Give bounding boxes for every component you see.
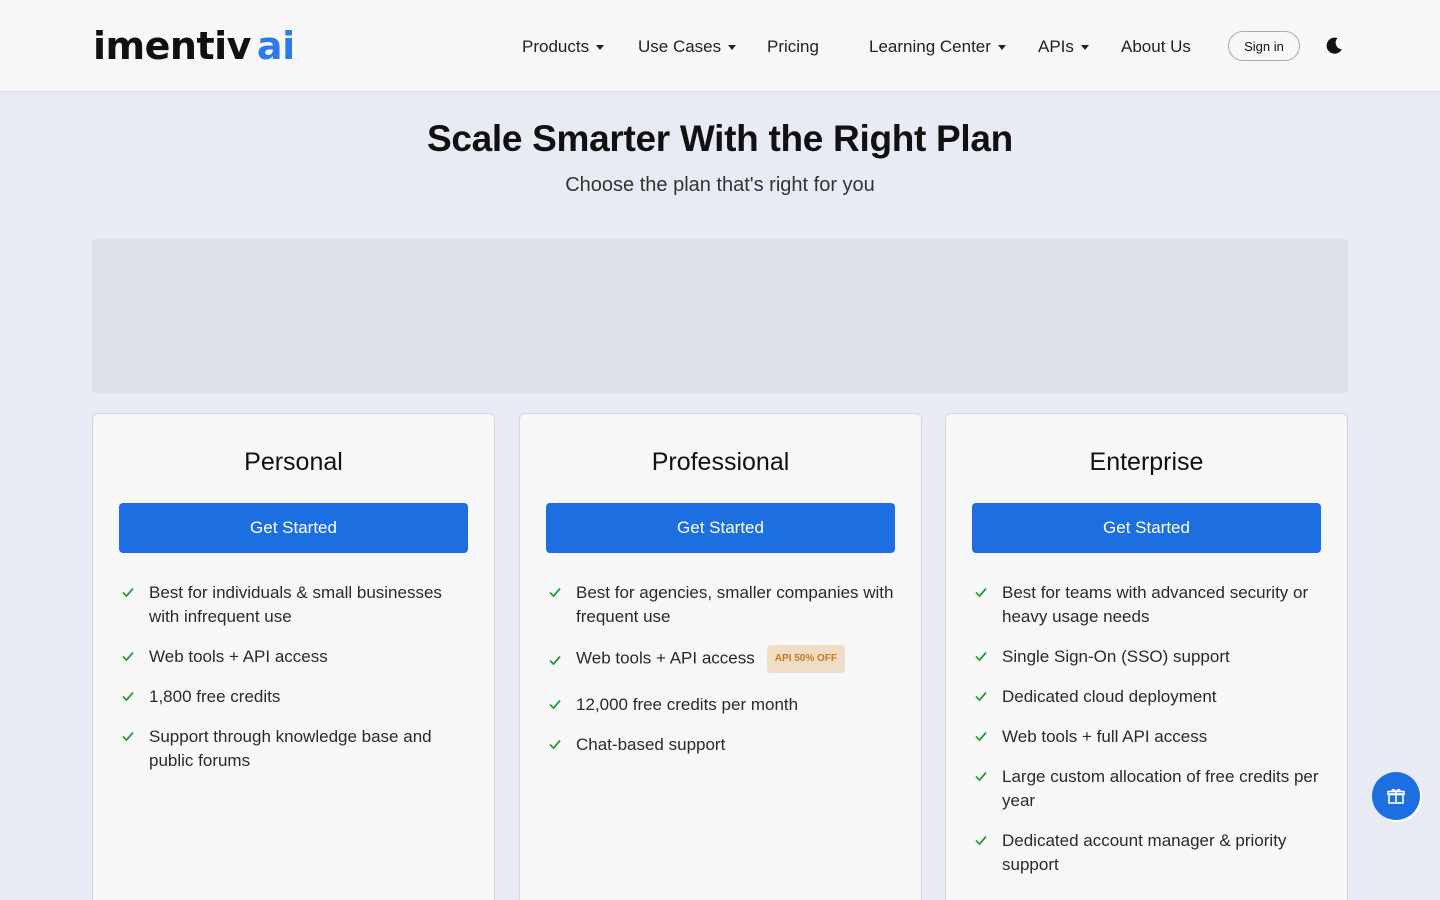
nav-products[interactable]: Products (522, 36, 605, 58)
logo[interactable]: imentiv ai (93, 26, 295, 66)
feature-item: Dedicated cloud deployment (972, 685, 1322, 709)
plan-card-personal: Personal Get Started Best for individual… (92, 413, 495, 900)
get-started-button[interactable]: Get Started (546, 503, 895, 553)
check-icon (975, 651, 987, 662)
nav-use-cases-label: Use Cases (638, 37, 722, 56)
nav-apis[interactable]: APIs (1038, 36, 1089, 58)
check-icon (549, 587, 561, 598)
check-icon (122, 651, 134, 662)
moon-icon[interactable] (1324, 36, 1344, 56)
nav-learning-center[interactable]: Learning Center (869, 36, 1006, 58)
feature-list: Best for individuals & small businesses … (119, 581, 469, 789)
feature-item: Support through knowledge base and publi… (119, 725, 469, 773)
check-icon (975, 587, 987, 598)
feature-item: Best for teams with advanced security or… (972, 581, 1322, 629)
check-icon (549, 699, 561, 710)
feature-item: Web tools + API access (119, 645, 469, 669)
feature-item: Best for individuals & small businesses … (119, 581, 469, 629)
feature-text: 12,000 free credits per month (576, 695, 799, 714)
check-icon (975, 835, 987, 846)
feature-item: 1,800 free credits (119, 685, 469, 709)
feature-text: Web tools + full API access (1002, 727, 1208, 746)
check-icon (122, 691, 134, 702)
feature-list: Best for teams with advanced security or… (972, 581, 1322, 893)
check-icon (549, 655, 561, 666)
plan-card-professional: Professional Get Started Best for agenci… (519, 413, 922, 900)
nav-products-label: Products (522, 37, 590, 56)
chevron-down-icon (728, 44, 737, 50)
site-header: imentiv ai Products Use Cases Pricing Lea… (0, 0, 1440, 92)
discount-badge: API 50% OFF (766, 645, 845, 673)
get-started-button[interactable]: Get Started (972, 503, 1321, 553)
feature-text: Chat-based support (576, 735, 726, 754)
feature-item: Large custom allocation of free credits … (972, 765, 1322, 813)
nav-use-cases[interactable]: Use Cases (638, 36, 737, 58)
feature-text: Dedicated account manager & priority sup… (1002, 831, 1287, 874)
feature-text: Single Sign-On (SSO) support (1002, 647, 1230, 666)
check-icon (122, 587, 134, 598)
check-icon (975, 731, 987, 742)
feature-text: 1,800 free credits (149, 687, 281, 706)
nav-about-us-label: About Us (1121, 37, 1191, 56)
sign-in-button[interactable]: Sign in (1228, 31, 1300, 61)
feature-list: Best for agencies, smaller companies wit… (546, 581, 896, 773)
feature-item: Web tools + API access API 50% OFF (546, 645, 896, 673)
get-started-button[interactable]: Get Started (119, 503, 468, 553)
feature-text: Web tools + API access (576, 648, 755, 668)
check-icon (975, 691, 987, 702)
logo-ai-suffix: ai (256, 24, 295, 68)
feature-item: Web tools + full API access (972, 725, 1322, 749)
logo-wordmark: imentiv (93, 24, 251, 68)
chevron-down-icon (596, 44, 605, 50)
plan-card-enterprise: Enterprise Get Started Best for teams wi… (945, 413, 1348, 900)
plan-toggle-banner (92, 239, 1348, 393)
feature-item: Dedicated account manager & priority sup… (972, 829, 1322, 877)
nav-about-us[interactable]: About Us (1121, 36, 1191, 58)
feature-item: Chat-based support (546, 733, 896, 757)
chevron-down-icon (1080, 44, 1089, 50)
feature-text: Best for agencies, smaller companies wit… (576, 583, 894, 626)
page-title: Scale Smarter With the Right Plan (426, 118, 1013, 159)
plan-name: Professional (651, 448, 790, 476)
feature-text: Large custom allocation of free credits … (1002, 767, 1319, 810)
plan-name: Personal (244, 448, 343, 476)
page-subtitle: Choose the plan that's right for you (565, 174, 875, 196)
plan-name: Enterprise (1089, 448, 1204, 476)
feature-text: Best for individuals & small businesses … (149, 583, 442, 626)
check-icon (122, 731, 134, 742)
check-icon (549, 739, 561, 750)
check-icon (975, 771, 987, 782)
feature-item: Single Sign-On (SSO) support (972, 645, 1322, 669)
feature-item: Best for agencies, smaller companies wit… (546, 581, 896, 629)
nav-pricing-label: Pricing (767, 37, 819, 56)
feature-text: Best for teams with advanced security or… (1002, 583, 1309, 626)
nav-learning-center-label: Learning Center (869, 37, 991, 56)
nav-apis-label: APIs (1038, 37, 1074, 56)
feature-item: 12,000 free credits per month (546, 693, 896, 717)
feature-text: Support through knowledge base and publi… (149, 727, 432, 770)
gift-button[interactable] (1372, 772, 1420, 820)
gift-icon (1387, 788, 1405, 804)
chevron-down-icon (997, 44, 1006, 50)
nav-pricing[interactable]: Pricing (767, 36, 819, 58)
feature-text: Dedicated cloud deployment (1002, 687, 1217, 706)
feature-text: Web tools + API access (149, 647, 328, 666)
